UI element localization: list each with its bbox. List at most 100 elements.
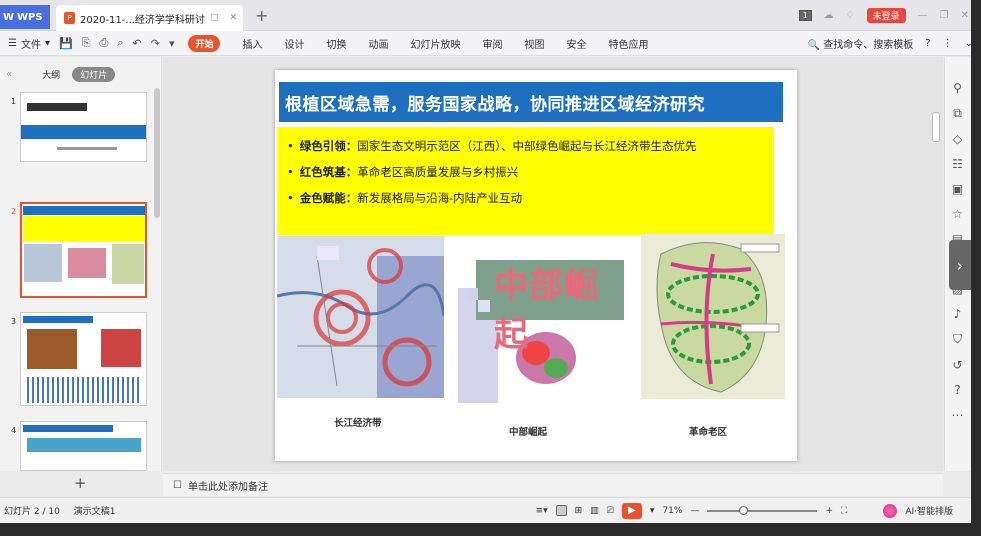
tab-review[interactable]: 审阅 [482, 36, 502, 51]
play-button[interactable]: ▶ [621, 502, 642, 519]
file-menu[interactable]: ☰ 文件 ▾ [8, 36, 50, 51]
redo-icon[interactable]: ↷ [151, 37, 160, 50]
help-icon[interactable]: ? [925, 38, 930, 49]
collapse-panel-icon[interactable]: « [6, 69, 12, 80]
ai-layout-button[interactable]: AI·智能排版 [905, 504, 953, 517]
shield-icon[interactable]: ⛉ [953, 332, 962, 347]
history-icon[interactable]: ↺ [952, 358, 962, 372]
slide-thumbnail-2[interactable] [20, 202, 147, 298]
bullet-item: • 金色赋能：新发展格局与沿海-内陆产业互动 [287, 185, 764, 211]
tab-view[interactable]: 视图 [524, 36, 544, 51]
caption-central: 中部崛起 [509, 427, 548, 438]
status-right: ≡▾ ⊞ ▥ ⎚ ▶ ▾ 71% — + ⛶ AI·智能排版 [536, 502, 953, 519]
presenter-view-icon[interactable]: ⎚ [607, 506, 614, 516]
image-tools-icon[interactable]: ▣ [952, 182, 963, 196]
zoom-slider[interactable] [707, 505, 818, 515]
properties-icon[interactable]: ☷ [952, 157, 963, 171]
close-window-icon[interactable]: ✕ [961, 10, 969, 21]
preview-icon[interactable]: ⌕ [117, 36, 123, 50]
zoom-out-icon[interactable]: — [690, 506, 699, 516]
canvas-scrollbar[interactable] [932, 112, 940, 142]
wps-logo[interactable]: W WPS [0, 5, 50, 29]
shapes-icon[interactable]: ◇ [953, 132, 962, 146]
tab-insert[interactable]: 插入 [242, 36, 262, 51]
theme-name[interactable]: 演示文稿1 [74, 504, 116, 517]
tab-security[interactable]: 安全 [566, 36, 586, 51]
slide-title[interactable]: 根植区域急需，服务国家战略，协同推进区域经济研究 [279, 82, 783, 122]
tab-pin-icon[interactable]: ▢ [210, 13, 219, 23]
skin-icon[interactable]: ♢ [846, 10, 855, 21]
yangtze-map-image[interactable] [277, 236, 444, 398]
slide-number: 2 [11, 207, 17, 216]
save-icon[interactable]: 💾 [59, 37, 73, 50]
pin-icon[interactable]: ⚲ [953, 81, 962, 95]
tab-features[interactable]: 特色应用 [608, 36, 648, 51]
more-quick-icon[interactable]: ▾ [169, 37, 175, 50]
tab-slideshow[interactable]: 幻灯片放映 [410, 36, 460, 51]
tab-animation[interactable]: 动画 [368, 36, 388, 51]
normal-view-icon[interactable] [555, 505, 567, 516]
slide-panel-scrollbar[interactable] [154, 88, 160, 218]
menu-bar: ☰ 文件 ▾ 💾 ⎘ ⎙ ⌕ ↶ ↷ ▾ 开始 插入 设计 切换 动画 幻灯片放… [0, 31, 981, 56]
more-dots-icon[interactable]: ⋯ [952, 408, 964, 422]
document-tab[interactable]: P 2020-11-...经济学学科研讨会 ▢ ✕ [56, 5, 243, 31]
copy-style-icon[interactable]: ⧉ [953, 106, 962, 121]
help-circle-icon[interactable]: ? [954, 383, 960, 397]
notes-bar[interactable]: ☐ 单击此处添加备注 [163, 473, 943, 496]
central-rise-text: 中部崛起 [494, 266, 599, 355]
add-slide-button[interactable]: + [74, 474, 87, 492]
thumb-title-bar [23, 425, 113, 432]
zoom-in-icon[interactable]: + [825, 506, 833, 516]
zoom-knob[interactable] [739, 505, 749, 515]
current-slide[interactable]: 根植区域急需，服务国家战略，协同推进区域经济研究 • 绿色引领：国家生态文明示范区… [275, 70, 797, 461]
slide-thumbnail-1[interactable] [20, 92, 147, 162]
audio-icon[interactable]: ♪ [954, 307, 962, 321]
bullet-text: 革命老区高质量发展与乡村振兴 [357, 165, 519, 179]
login-button[interactable]: 未登录 [866, 8, 906, 23]
tab-transition[interactable]: 切换 [326, 36, 346, 51]
revolutionary-area-map[interactable] [641, 234, 785, 399]
sorter-view-icon[interactable]: ⊞ [575, 506, 583, 516]
thumb-chart [27, 377, 141, 403]
tab-start[interactable]: 开始 [188, 34, 221, 52]
thumb-image [112, 244, 144, 284]
bullet-dot: • [287, 165, 294, 179]
bullet-dot: • [287, 139, 294, 153]
thumb-subtitle [57, 147, 117, 150]
print-icon[interactable]: ⎙ [100, 36, 109, 50]
app-name: WPS [17, 11, 43, 23]
side-panel-toggle[interactable]: › [949, 240, 971, 290]
caption-revolutionary: 革命老区 [689, 427, 728, 438]
tab-close-icon[interactable]: ✕ [229, 13, 237, 23]
bullet-item: • 红色筑基：革命老区高质量发展与乡村振兴 [287, 159, 764, 185]
align-icon[interactable]: ≡▾ [536, 506, 548, 516]
export-icon[interactable]: ⎘ [82, 36, 91, 50]
cloud-icon[interactable]: ☁ [824, 10, 834, 21]
more-icon[interactable]: ⋮ [943, 38, 953, 49]
maximize-icon[interactable]: ❐ [940, 10, 949, 21]
search-command[interactable]: 🔍 查找命令、搜索模板 [808, 36, 914, 51]
bullet-list[interactable]: • 绿色引领：国家生态文明示范区（江西）、中部绿色崛起与长江经济带生态优先 • 红色… [277, 127, 774, 235]
window-count-badge[interactable]: 1 [798, 10, 812, 21]
thumb-logo [27, 103, 87, 111]
undo-icon[interactable]: ↶ [133, 37, 142, 50]
zoom-level[interactable]: 71% [662, 506, 682, 516]
central-rise-image[interactable]: 中部崛起 [456, 258, 624, 403]
star-icon[interactable]: ☆ [952, 207, 963, 221]
play-options-icon[interactable]: ▾ [650, 506, 655, 516]
tab-outline[interactable]: 大纲 [42, 68, 60, 81]
thumb-bullets [23, 216, 145, 242]
tab-slides[interactable]: 幻灯片 [72, 67, 116, 82]
new-tab-button[interactable]: + [255, 6, 268, 25]
thumb-image [101, 329, 141, 367]
yangtze-map-graphic [277, 236, 444, 398]
fit-window-icon[interactable]: ⛶ [841, 506, 847, 516]
slide-thumbnail-4[interactable] [20, 421, 147, 471]
tab-design[interactable]: 设计 [284, 36, 304, 51]
minimize-icon[interactable]: — [918, 10, 928, 21]
notes-icon: ☐ [173, 479, 182, 491]
slide-thumbnail-3[interactable] [20, 312, 147, 406]
slide-number: 4 [11, 426, 17, 435]
slide-counter: 幻灯片 2 / 10 [4, 507, 60, 517]
reading-view-icon[interactable]: ▥ [590, 506, 599, 516]
